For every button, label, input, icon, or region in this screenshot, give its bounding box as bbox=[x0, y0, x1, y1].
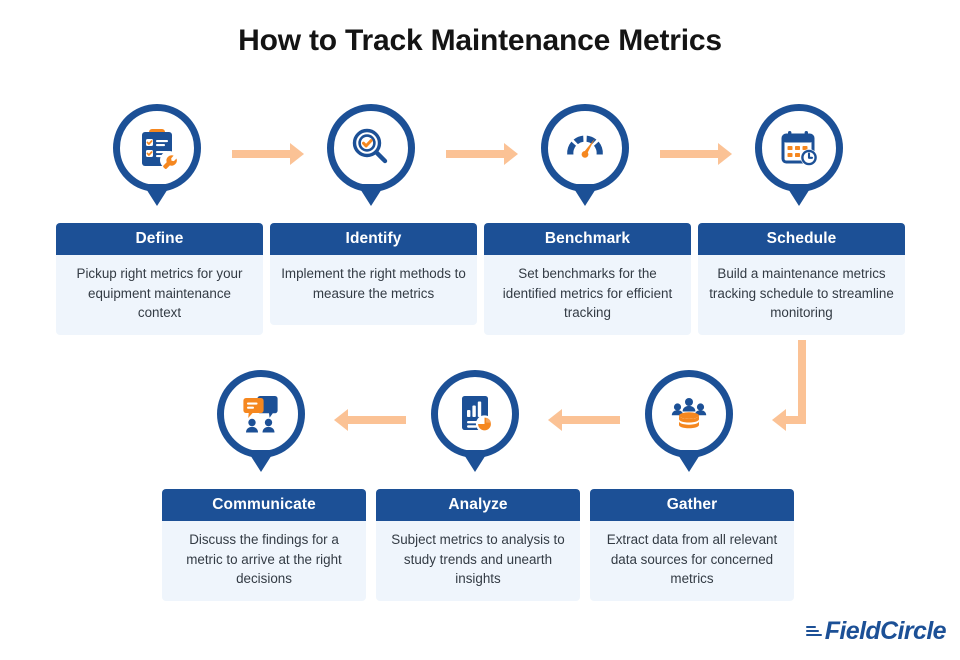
card-description-gather: Extract data from all relevant data sour… bbox=[590, 521, 794, 601]
card-define[interactable]: Define Pickup right metrics for your equ… bbox=[56, 223, 263, 335]
pin-identify bbox=[327, 104, 419, 214]
pin-tail-identify bbox=[357, 184, 385, 206]
card-title-identify: Identify bbox=[270, 223, 477, 255]
ring-gather bbox=[645, 370, 733, 458]
page-title: How to Track Maintenance Metrics bbox=[238, 24, 722, 57]
card-schedule[interactable]: Schedule Build a maintenance metrics tra… bbox=[698, 223, 905, 335]
pin-analyze bbox=[431, 370, 523, 480]
card-gather[interactable]: Gather Extract data from all relevant da… bbox=[590, 489, 794, 601]
card-analyze[interactable]: Analyze Subject metrics to analysis to s… bbox=[376, 489, 580, 601]
elbow-schedule-to-gather bbox=[772, 340, 812, 432]
arrow-identify-to-benchmark bbox=[446, 143, 518, 165]
speedometer-icon bbox=[567, 135, 603, 158]
card-benchmark[interactable]: Benchmark Set benchmarks for the identif… bbox=[484, 223, 691, 335]
ring-communicate bbox=[217, 370, 305, 458]
fieldcircle-logo: FieldCircle bbox=[805, 617, 947, 646]
pin-tail-schedule bbox=[785, 184, 813, 206]
pin-communicate bbox=[217, 370, 309, 480]
arrow-benchmark-to-schedule bbox=[660, 143, 732, 165]
pin-benchmark bbox=[541, 104, 633, 214]
card-communicate[interactable]: Communicate Discuss the findings for a m… bbox=[162, 489, 366, 601]
calendar-clock-icon bbox=[781, 131, 818, 166]
arrow-gather-to-analyze bbox=[548, 409, 620, 431]
card-description-benchmark: Set benchmarks for the identified metric… bbox=[484, 255, 691, 335]
ring-identify bbox=[327, 104, 415, 192]
arrow-analyze-to-communicate bbox=[334, 409, 406, 431]
arrow-define-to-identify bbox=[232, 143, 304, 165]
ring-schedule bbox=[755, 104, 843, 192]
pin-tail-communicate bbox=[247, 450, 275, 472]
card-title-schedule: Schedule bbox=[698, 223, 905, 255]
pin-tail-define bbox=[143, 184, 171, 206]
ring-benchmark bbox=[541, 104, 629, 192]
card-description-schedule: Build a maintenance metrics tracking sch… bbox=[698, 255, 905, 335]
card-description-analyze: Subject metrics to analysis to study tre… bbox=[376, 521, 580, 601]
card-identify[interactable]: Identify Implement the right methods to … bbox=[270, 223, 477, 325]
database-people-icon bbox=[671, 398, 707, 429]
card-title-communicate: Communicate bbox=[162, 489, 366, 521]
card-description-define: Pickup right metrics for your equipment … bbox=[56, 255, 263, 335]
logo-speed-lines-icon bbox=[805, 625, 822, 638]
pin-schedule bbox=[755, 104, 847, 214]
infographic-canvas: How to Track Maintenance Metrics Define … bbox=[0, 0, 960, 660]
chat-people-icon bbox=[243, 396, 278, 433]
pin-tail-benchmark bbox=[571, 184, 599, 206]
card-description-identify: Implement the right methods to measure t… bbox=[270, 255, 477, 325]
card-description-communicate: Discuss the findings for a metric to arr… bbox=[162, 521, 366, 601]
pin-gather bbox=[645, 370, 737, 480]
ring-define bbox=[113, 104, 201, 192]
card-title-benchmark: Benchmark bbox=[484, 223, 691, 255]
pin-tail-analyze bbox=[461, 450, 489, 472]
pin-define bbox=[113, 104, 205, 214]
ring-analyze bbox=[431, 370, 519, 458]
report-chart-icon bbox=[462, 396, 494, 433]
card-title-analyze: Analyze bbox=[376, 489, 580, 521]
card-title-gather: Gather bbox=[590, 489, 794, 521]
logo-text: FieldCircle bbox=[824, 617, 947, 645]
clipboard-wrench-icon bbox=[142, 129, 178, 169]
magnifier-check-icon bbox=[352, 128, 388, 164]
card-title-define: Define bbox=[56, 223, 263, 255]
pin-tail-gather bbox=[675, 450, 703, 472]
